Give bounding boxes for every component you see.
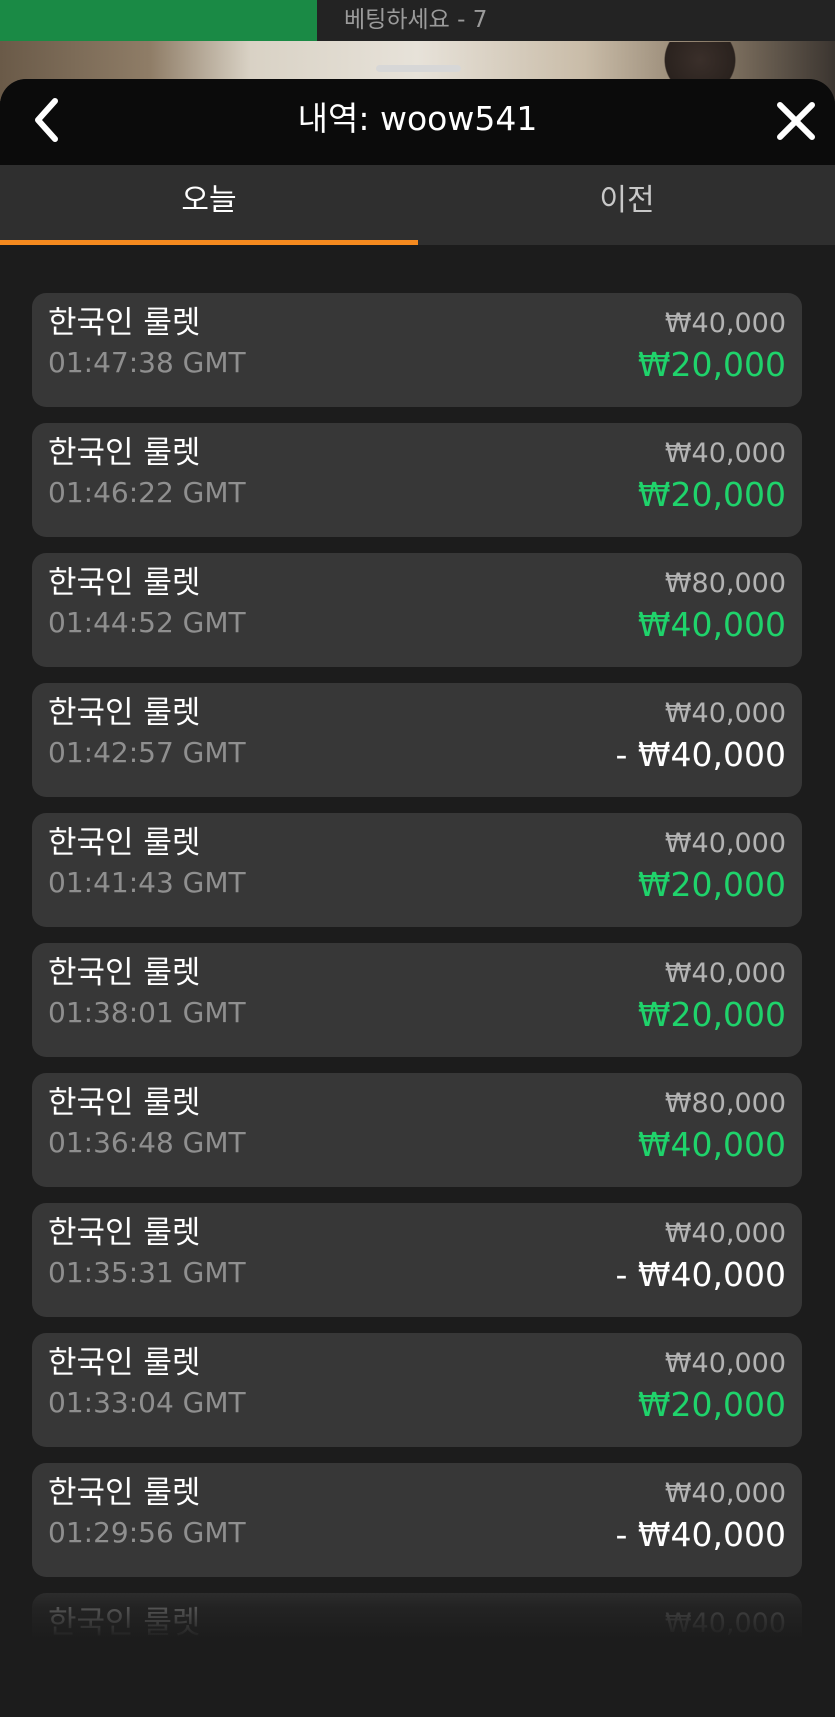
history-row[interactable]: 한국인 룰렛 01:41:43 GMT ₩40,000 ₩20,000: [32, 813, 802, 927]
bet-amount: ₩40,000: [664, 1608, 786, 1639]
bet-amount: ₩40,000: [664, 958, 786, 989]
history-row[interactable]: 한국인 룰렛 01:33:04 GMT ₩40,000 ₩20,000: [32, 1333, 802, 1447]
bet-amount: ₩40,000: [664, 1348, 786, 1379]
betting-status-label: 베팅하세요 - 7: [344, 7, 488, 33]
bet-time: 01:33:04 GMT: [48, 1386, 246, 1419]
game-name: 한국인 룰렛: [48, 695, 201, 731]
history-row[interactable]: 한국인 룰렛 ₩40,000: [32, 1593, 802, 1707]
chevron-left-icon: [35, 98, 58, 142]
bet-amount: ₩40,000: [664, 698, 786, 729]
bet-amount: ₩40,000: [664, 308, 786, 339]
back-button[interactable]: [22, 95, 72, 145]
game-name: 한국인 룰렛: [48, 435, 201, 471]
bet-time: 01:29:56 GMT: [48, 1516, 246, 1549]
bet-time: 01:41:43 GMT: [48, 866, 246, 899]
result-amount: - ₩40,000: [615, 1515, 787, 1554]
sheet-drag-handle[interactable]: [376, 65, 461, 72]
history-tabs: 오늘 이전: [0, 165, 835, 245]
game-name: 한국인 룰렛: [48, 955, 201, 991]
result-amount: ₩20,000: [637, 995, 786, 1034]
page-title: 내역: woow541: [297, 99, 538, 138]
game-name: 한국인 룰렛: [48, 825, 201, 861]
bet-time: 01:38:01 GMT: [48, 996, 246, 1029]
result-amount: - ₩40,000: [615, 735, 787, 774]
result-amount: ₩20,000: [637, 345, 786, 384]
game-name: 한국인 룰렛: [48, 1475, 201, 1511]
history-row[interactable]: 한국인 룰렛 01:46:22 GMT ₩40,000 ₩20,000: [32, 423, 802, 537]
bet-time: 01:36:48 GMT: [48, 1126, 246, 1159]
game-name: 한국인 룰렛: [48, 1345, 201, 1381]
bet-time: 01:46:22 GMT: [48, 476, 246, 509]
game-name: 한국인 룰렛: [48, 1215, 201, 1251]
game-name: 한국인 룰렛: [48, 1085, 201, 1121]
bet-time: 01:47:38 GMT: [48, 346, 246, 379]
history-row[interactable]: 한국인 룰렛 01:29:56 GMT ₩40,000 - ₩40,000: [32, 1463, 802, 1577]
history-sheet: 내역: woow541 오늘 이전 한국인 룰렛 01:47:38 GMT ₩40,…: [0, 79, 835, 1717]
tab-previous[interactable]: 이전: [418, 165, 835, 245]
sheet-header: 내역: woow541: [0, 79, 835, 165]
result-amount: ₩20,000: [637, 865, 786, 904]
active-tab-indicator: [0, 240, 418, 245]
history-row[interactable]: 한국인 룰렛 01:47:38 GMT ₩40,000 ₩20,000: [32, 293, 802, 407]
result-amount: ₩20,000: [637, 475, 786, 514]
result-amount: ₩40,000: [637, 1125, 786, 1164]
bet-amount: ₩40,000: [664, 1218, 786, 1249]
result-amount: - ₩40,000: [615, 1255, 787, 1294]
close-icon: [777, 102, 815, 140]
history-row[interactable]: 한국인 룰렛 01:42:57 GMT ₩40,000 - ₩40,000: [32, 683, 802, 797]
close-button[interactable]: [770, 95, 822, 147]
result-amount: ₩20,000: [637, 1385, 786, 1424]
bet-amount: ₩80,000: [664, 1088, 786, 1119]
bet-time: 01:42:57 GMT: [48, 736, 246, 769]
bet-time: 01:44:52 GMT: [48, 606, 246, 639]
game-name: 한국인 룰렛: [48, 1605, 201, 1641]
bet-amount: ₩40,000: [664, 1478, 786, 1509]
result-amount: ₩40,000: [637, 605, 786, 644]
history-row[interactable]: 한국인 룰렛 01:35:31 GMT ₩40,000 - ₩40,000: [32, 1203, 802, 1317]
tab-today[interactable]: 오늘: [0, 165, 418, 245]
bet-amount: ₩40,000: [664, 438, 786, 469]
history-row[interactable]: 한국인 룰렛 01:44:52 GMT ₩80,000 ₩40,000: [32, 553, 802, 667]
game-name: 한국인 룰렛: [48, 305, 201, 341]
game-name: 한국인 룰렛: [48, 565, 201, 601]
history-row[interactable]: 한국인 룰렛 01:36:48 GMT ₩80,000 ₩40,000: [32, 1073, 802, 1187]
round-timer-bar: 베팅하세요 - 7: [0, 0, 835, 41]
history-list: 한국인 룰렛 01:47:38 GMT ₩40,000 ₩20,000 한국인 룰렛 01…: [32, 293, 802, 1717]
history-row[interactable]: 한국인 룰렛 01:38:01 GMT ₩40,000 ₩20,000: [32, 943, 802, 1057]
bet-amount: ₩40,000: [664, 828, 786, 859]
bet-time: 01:35:31 GMT: [48, 1256, 246, 1289]
timer-progress-fill: [0, 0, 318, 41]
bet-amount: ₩80,000: [664, 568, 786, 599]
